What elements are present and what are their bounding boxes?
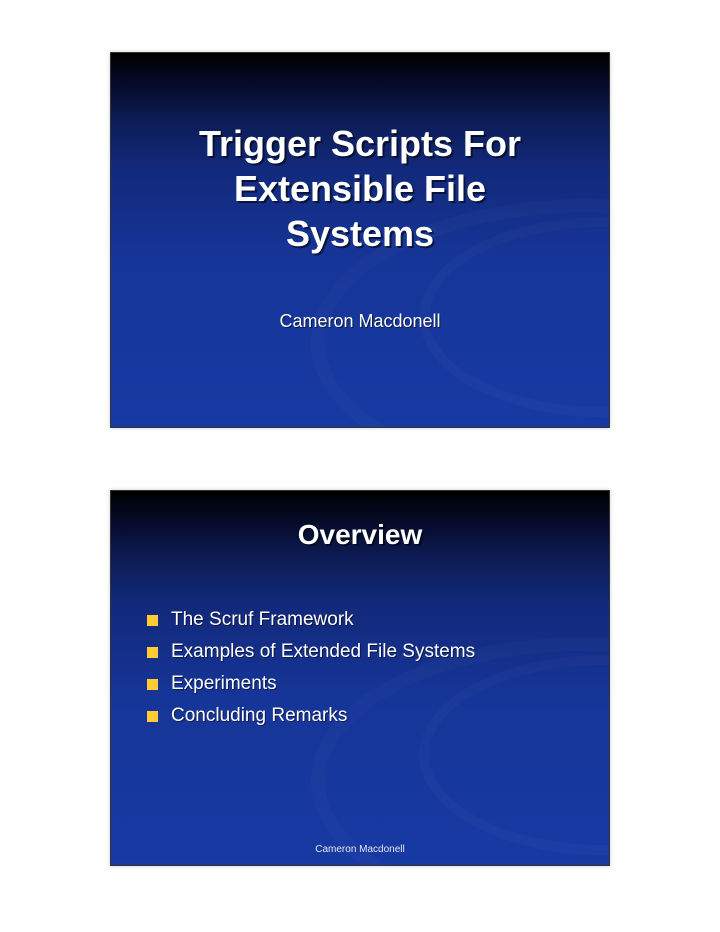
list-item: Examples of Extended File Systems [147,641,579,663]
slide-footer: Cameron Macdonell [111,844,609,855]
list-item-label: Examples of Extended File Systems [171,641,475,663]
list-item: Concluding Remarks [147,705,579,727]
author-name: Cameron Macdonell [111,311,609,332]
slide-overview: Overview The Scruf Framework Examples of… [110,490,610,866]
title-line-3: Systems [111,211,609,256]
title-line-2: Extensible File [111,166,609,211]
square-bullet-icon [147,711,158,722]
presentation-title: Trigger Scripts For Extensible File Syst… [111,121,609,256]
list-item: Experiments [147,673,579,695]
slide-heading: Overview [111,519,609,551]
list-item: The Scruf Framework [147,609,579,631]
title-line-1: Trigger Scripts For [111,121,609,166]
page: Trigger Scripts For Extensible File Syst… [0,0,720,932]
bullet-list: The Scruf Framework Examples of Extended… [147,609,579,737]
square-bullet-icon [147,679,158,690]
list-item-label: The Scruf Framework [171,609,354,631]
slide-title: Trigger Scripts For Extensible File Syst… [110,52,610,428]
square-bullet-icon [147,647,158,658]
square-bullet-icon [147,615,158,626]
list-item-label: Concluding Remarks [171,705,347,727]
slide-content: Trigger Scripts For Extensible File Syst… [111,53,609,427]
slide-content: Overview The Scruf Framework Examples of… [111,491,609,865]
list-item-label: Experiments [171,673,277,695]
